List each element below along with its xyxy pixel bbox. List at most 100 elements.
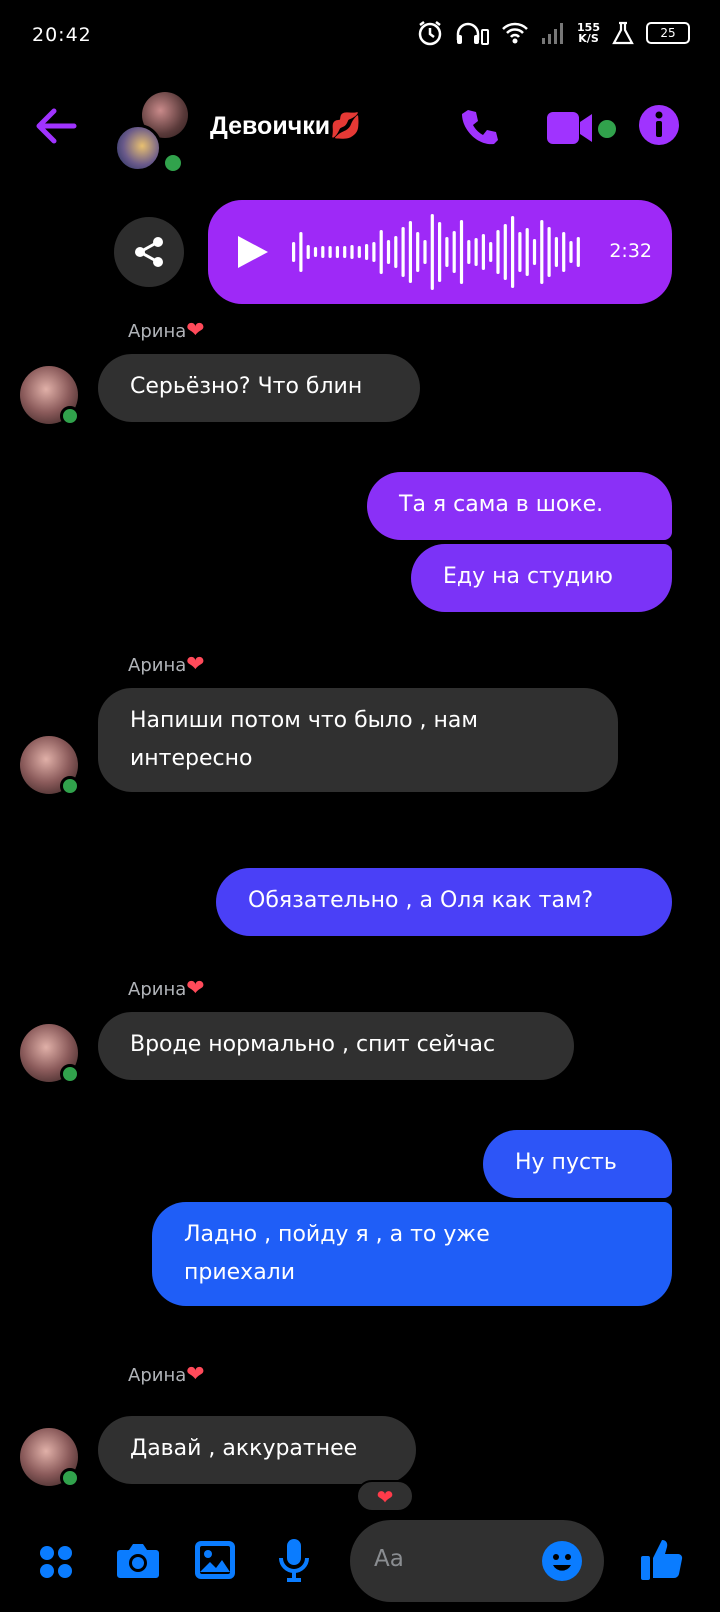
waveform-bar <box>496 230 500 274</box>
waveform-bar <box>313 247 318 257</box>
heart-emoji-icon: ❤ <box>186 652 205 677</box>
outgoing-message[interactable]: Ну пусть <box>483 1130 672 1198</box>
microphone-icon[interactable] <box>278 1538 310 1582</box>
wifi-icon <box>502 22 528 44</box>
heart-emoji-icon: ❤ <box>186 318 205 343</box>
waveform-bar <box>474 238 478 266</box>
waveform-bar <box>423 240 427 264</box>
composer-bar: Aa <box>0 1520 720 1612</box>
chat-header: Девоички💋 <box>0 84 720 174</box>
waveform-bar <box>328 246 332 258</box>
heart-emoji-icon: ❤ <box>186 1362 205 1387</box>
waveform-bar <box>445 237 449 267</box>
net-speed: 155 K/S <box>577 21 600 45</box>
video-call-icon[interactable] <box>546 110 594 146</box>
sender-name: Арина❤ <box>128 318 205 343</box>
waveform-bar <box>481 234 485 270</box>
waveform-bar <box>386 240 391 264</box>
waveform-bar <box>569 241 573 263</box>
sender-name: Арина❤ <box>128 1362 205 1387</box>
waveform-bar <box>503 224 507 280</box>
waveform-bar <box>576 237 580 267</box>
waveform-bar <box>489 242 493 262</box>
sender-name: Арина❤ <box>128 976 205 1001</box>
waveform-bar <box>562 232 566 272</box>
flask-icon <box>612 21 634 45</box>
message-input-placeholder: Aa <box>374 1546 404 1572</box>
sender-avatar[interactable] <box>20 366 80 426</box>
incoming-message[interactable]: Вроде нормально , спит сейчас <box>98 1012 574 1080</box>
online-indicator <box>60 1468 80 1488</box>
waveform-bar <box>532 239 537 265</box>
waveform <box>292 214 580 290</box>
info-icon[interactable] <box>638 104 680 146</box>
waveform-bar <box>372 242 376 262</box>
waveform-bar <box>394 236 398 268</box>
waveform-bar <box>547 227 551 277</box>
waveform-bar <box>511 216 515 288</box>
chat-title[interactable]: Девоички💋 <box>210 112 361 141</box>
waveform-bar <box>416 232 420 272</box>
emoji-icon[interactable] <box>542 1541 582 1581</box>
waveform-bar <box>335 246 339 258</box>
camera-icon[interactable] <box>116 1542 160 1580</box>
outgoing-message[interactable]: Ладно , пойду я , а то уже приехали <box>152 1202 672 1306</box>
waveform-bar <box>379 230 383 274</box>
voice-message-bubble[interactable]: 2:32 <box>208 200 672 304</box>
waveform-bar <box>438 222 442 282</box>
battery-indicator: 25 <box>646 22 690 44</box>
waveform-bar <box>343 246 347 258</box>
video-online-dot <box>598 120 616 138</box>
phone-call-icon[interactable] <box>458 106 502 150</box>
sender-name: Арина❤ <box>128 652 205 677</box>
waveform-bar <box>350 245 354 259</box>
heart-emoji-icon: ❤ <box>186 976 205 1001</box>
waveform-bar <box>525 228 529 276</box>
thumbs-up-icon[interactable] <box>640 1536 686 1582</box>
status-bar: 20:42 155 K/S 25 <box>0 0 720 72</box>
group-avatar-photo-2 <box>114 124 162 172</box>
online-indicator <box>60 406 80 426</box>
play-icon[interactable] <box>236 234 270 270</box>
status-time: 20:42 <box>32 24 92 46</box>
status-icons: 155 K/S 25 <box>417 20 690 46</box>
waveform-bar <box>306 245 310 259</box>
incoming-message[interactable]: Напиши потом что было , нам интересно <box>98 688 618 792</box>
waveform-bar <box>292 242 296 262</box>
online-indicator <box>60 1064 80 1084</box>
back-arrow-icon[interactable] <box>34 106 78 146</box>
incoming-message[interactable]: Серьёзно? Что блин <box>98 354 420 422</box>
online-indicator <box>162 152 184 174</box>
outgoing-message[interactable]: Обязательно , а Оля как там? <box>216 868 672 936</box>
group-avatar[interactable] <box>114 92 190 174</box>
waveform-bar <box>365 244 369 260</box>
share-button[interactable] <box>114 217 184 287</box>
gallery-icon[interactable] <box>194 1540 236 1580</box>
heart-reaction[interactable]: ❤ <box>356 1480 414 1512</box>
waveform-bar <box>518 232 522 272</box>
waveform-bar <box>467 240 471 264</box>
waveform-bar <box>430 214 434 290</box>
sender-avatar[interactable] <box>20 1024 80 1084</box>
smiley-face-icon <box>553 1554 571 1571</box>
headphones-icon <box>456 22 490 45</box>
voice-duration: 2:32 <box>609 240 652 262</box>
waveform-bar <box>452 231 456 273</box>
online-indicator <box>60 776 80 796</box>
waveform-bar <box>401 227 405 277</box>
sender-avatar[interactable] <box>20 1428 80 1488</box>
sender-avatar[interactable] <box>20 736 80 796</box>
outgoing-message[interactable]: Та я сама в шоке. <box>367 472 672 540</box>
waveform-bar <box>408 221 412 283</box>
outgoing-message[interactable]: Еду на студию <box>411 544 672 612</box>
waveform-bar <box>459 220 464 284</box>
waveform-bar <box>299 232 303 272</box>
waveform-bar <box>554 237 558 267</box>
signal-icon <box>542 23 564 44</box>
alarm-icon <box>418 21 442 46</box>
waveform-bar <box>321 246 325 258</box>
incoming-message[interactable]: Давай , аккуратнее <box>98 1416 416 1484</box>
message-input[interactable]: Aa <box>350 1520 604 1602</box>
waveform-bar <box>540 220 544 284</box>
more-actions-icon[interactable] <box>38 1544 74 1580</box>
